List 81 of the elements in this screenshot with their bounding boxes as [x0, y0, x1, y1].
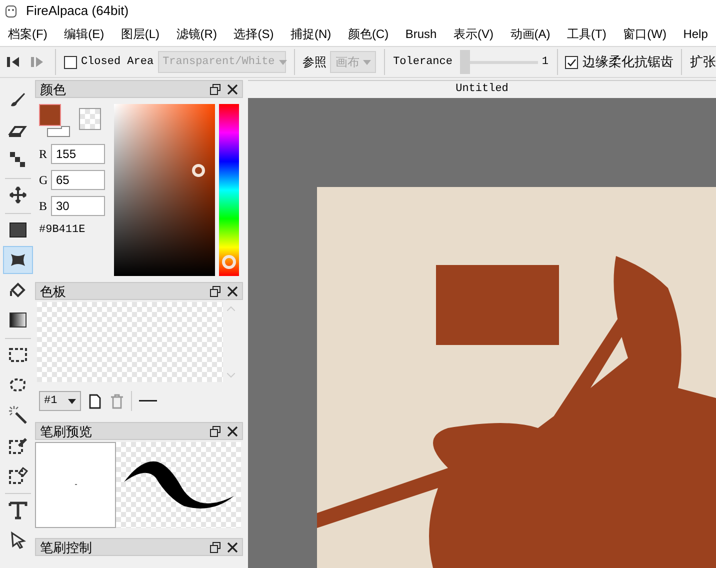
caret-icon — [278, 60, 287, 64]
channel-input[interactable]: 155 — [51, 144, 105, 164]
restore-icon — [210, 542, 221, 552]
restore-icon — [210, 286, 221, 296]
menu-item[interactable]: Help — [683, 25, 708, 43]
float-button[interactable] — [210, 84, 221, 94]
bucket-icon — [8, 280, 28, 300]
caret-icon — [363, 60, 372, 64]
menu-item[interactable]: 捕捉(N) — [290, 25, 332, 43]
menu-item[interactable]: 滤镜(R) — [176, 25, 217, 43]
line-icon — [139, 400, 157, 402]
gradient-icon — [8, 310, 28, 330]
antialias-checkbox[interactable] — [565, 56, 578, 68]
close-icon — [227, 286, 238, 296]
tolerance-label: Tolerance — [393, 54, 452, 70]
menu-item[interactable]: 图层(L) — [120, 25, 160, 43]
panel-title: 笔刷控制 — [40, 540, 92, 554]
app-icon — [4, 3, 18, 19]
checkbox-label: 边缘柔化抗锯齿 — [582, 53, 674, 72]
menu-item[interactable]: 编辑(E) — [64, 25, 104, 43]
menu-item[interactable]: 选择(S) — [234, 25, 274, 43]
transparent-color-swatch[interactable] — [79, 108, 101, 130]
hue-handle[interactable] — [222, 255, 236, 270]
float-button[interactable] — [210, 542, 221, 552]
close-icon — [227, 426, 238, 436]
channel-input[interactable]: 65 — [51, 170, 105, 190]
tool-button[interactable] — [2, 246, 32, 274]
tolerance-value: 1 — [542, 54, 549, 70]
magic-wand-icon — [8, 405, 28, 425]
restore-icon — [210, 426, 221, 436]
step-back-icon — [7, 56, 22, 68]
panel-title: 色板 — [40, 284, 66, 298]
filled-rectangle-icon — [8, 220, 28, 240]
close-button[interactable] — [227, 542, 238, 552]
close-button[interactable] — [227, 426, 238, 436]
menu-item[interactable]: Brush — [405, 25, 437, 43]
channel-label: G — [39, 172, 47, 189]
reference-label: 参照 — [302, 54, 326, 71]
move-icon — [8, 185, 28, 205]
hue-slider[interactable] — [219, 104, 239, 276]
channel-label: B — [39, 198, 47, 215]
selection-pen-icon — [8, 435, 28, 455]
closed-area-checkbox[interactable] — [64, 56, 77, 68]
expand-label: 扩张 — [690, 53, 716, 72]
close-icon — [227, 84, 238, 94]
float-button[interactable] — [210, 426, 221, 436]
saturation-value-picker[interactable] — [114, 104, 216, 276]
menu-item[interactable]: 工具(T) — [567, 25, 606, 43]
restore-icon — [210, 84, 221, 94]
delete-swatch-button[interactable] — [109, 392, 125, 410]
background-color-swatch[interactable] — [47, 126, 70, 137]
foreground-color-swatch[interactable] — [39, 104, 61, 126]
selection-eraser-icon — [8, 465, 28, 485]
trash-icon — [110, 394, 124, 408]
float-button[interactable] — [210, 286, 221, 296]
check-icon — [566, 56, 578, 68]
close-button[interactable] — [227, 286, 238, 296]
menu-item[interactable]: 窗口(W) — [623, 25, 666, 43]
menu-item[interactable]: 动画(A) — [510, 25, 550, 43]
palette-set-dropdown[interactable]: #1 — [39, 391, 81, 411]
channel-label: R — [39, 146, 47, 163]
channel-input[interactable]: 30 — [51, 196, 105, 216]
menu-item[interactable]: 颜色(C) — [348, 25, 389, 43]
window-title: FireAlpaca (64bit) — [26, 2, 129, 20]
picker-handle[interactable] — [192, 164, 205, 177]
caret-icon — [68, 398, 76, 404]
hex-value: #9B411E — [39, 223, 86, 238]
close-button[interactable] — [227, 84, 238, 94]
menu-item[interactable]: 表示(V) — [454, 25, 494, 43]
text-icon — [8, 500, 28, 520]
step-forward-icon — [30, 56, 44, 68]
close-icon — [227, 542, 238, 552]
pixel-dots-icon — [8, 150, 28, 170]
new-page-icon — [89, 394, 101, 408]
tolerance-slider[interactable] — [460, 50, 538, 74]
menu-item[interactable]: 档案(F) — [8, 25, 48, 43]
panel-title: 颜色 — [40, 82, 66, 96]
panel-title: 笔刷预览 — [40, 424, 92, 438]
checkbox-label: Closed Area — [80, 54, 154, 70]
dashed-rectangle-icon — [8, 345, 28, 365]
new-swatch-button[interactable] — [87, 392, 103, 410]
